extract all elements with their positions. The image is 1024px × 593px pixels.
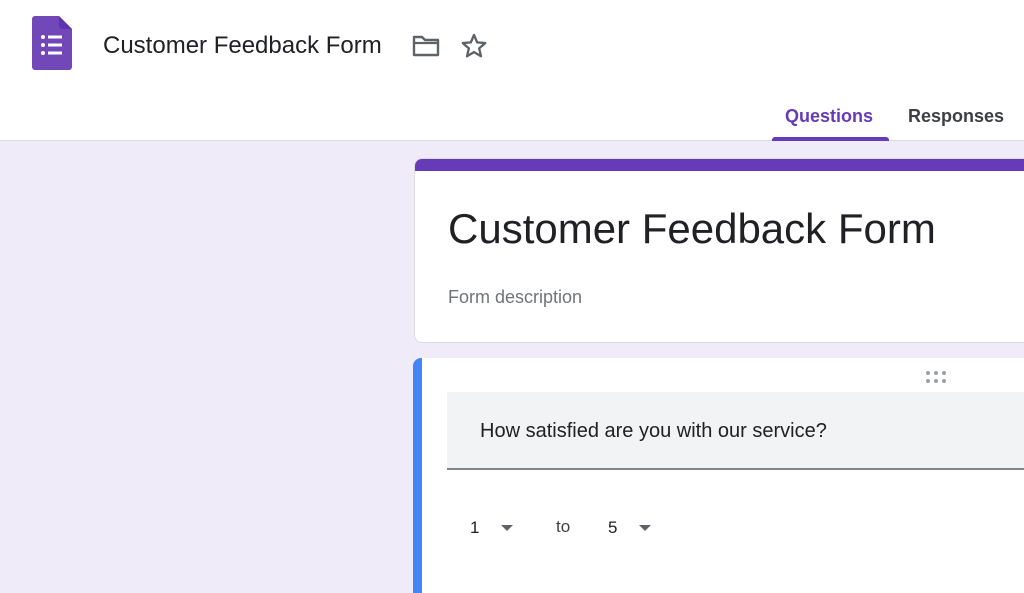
tab-responses[interactable]: Responses — [908, 102, 1004, 130]
form-title[interactable]: Customer Feedback Form — [448, 205, 936, 253]
document-title[interactable]: Customer Feedback Form — [103, 30, 382, 62]
linear-scale-row: 1 to 5 — [413, 513, 1024, 543]
question-card[interactable]: How satisfied are you with our service? … — [413, 358, 1024, 593]
question-title-input[interactable]: How satisfied are you with our service? — [447, 392, 1024, 470]
scale-low-value: 1 — [470, 518, 480, 537]
scale-high-value: 5 — [608, 518, 618, 537]
active-tab-indicator — [772, 137, 889, 141]
scale-high-select[interactable]: 5 — [608, 513, 652, 543]
question-text: How satisfied are you with our service? — [480, 420, 827, 442]
scale-to-label: to — [556, 517, 571, 536]
scale-low-select[interactable]: 1 — [470, 513, 514, 543]
drag-handle-icon[interactable] — [925, 370, 947, 384]
title-card-accent-bar — [415, 159, 1024, 171]
forms-logo-icon[interactable] — [32, 16, 72, 70]
folder-icon[interactable] — [410, 30, 442, 62]
form-description-field[interactable]: Form description — [448, 285, 582, 309]
dropdown-arrow-icon — [501, 525, 514, 531]
tab-questions[interactable]: Questions — [785, 102, 873, 130]
active-question-indicator — [413, 358, 422, 593]
form-title-card[interactable]: Customer Feedback Form Form description — [414, 158, 1024, 343]
star-icon[interactable] — [458, 30, 490, 62]
app-header: Customer Feedback Form Questions Respons… — [0, 0, 1024, 141]
dropdown-arrow-icon — [639, 525, 652, 531]
